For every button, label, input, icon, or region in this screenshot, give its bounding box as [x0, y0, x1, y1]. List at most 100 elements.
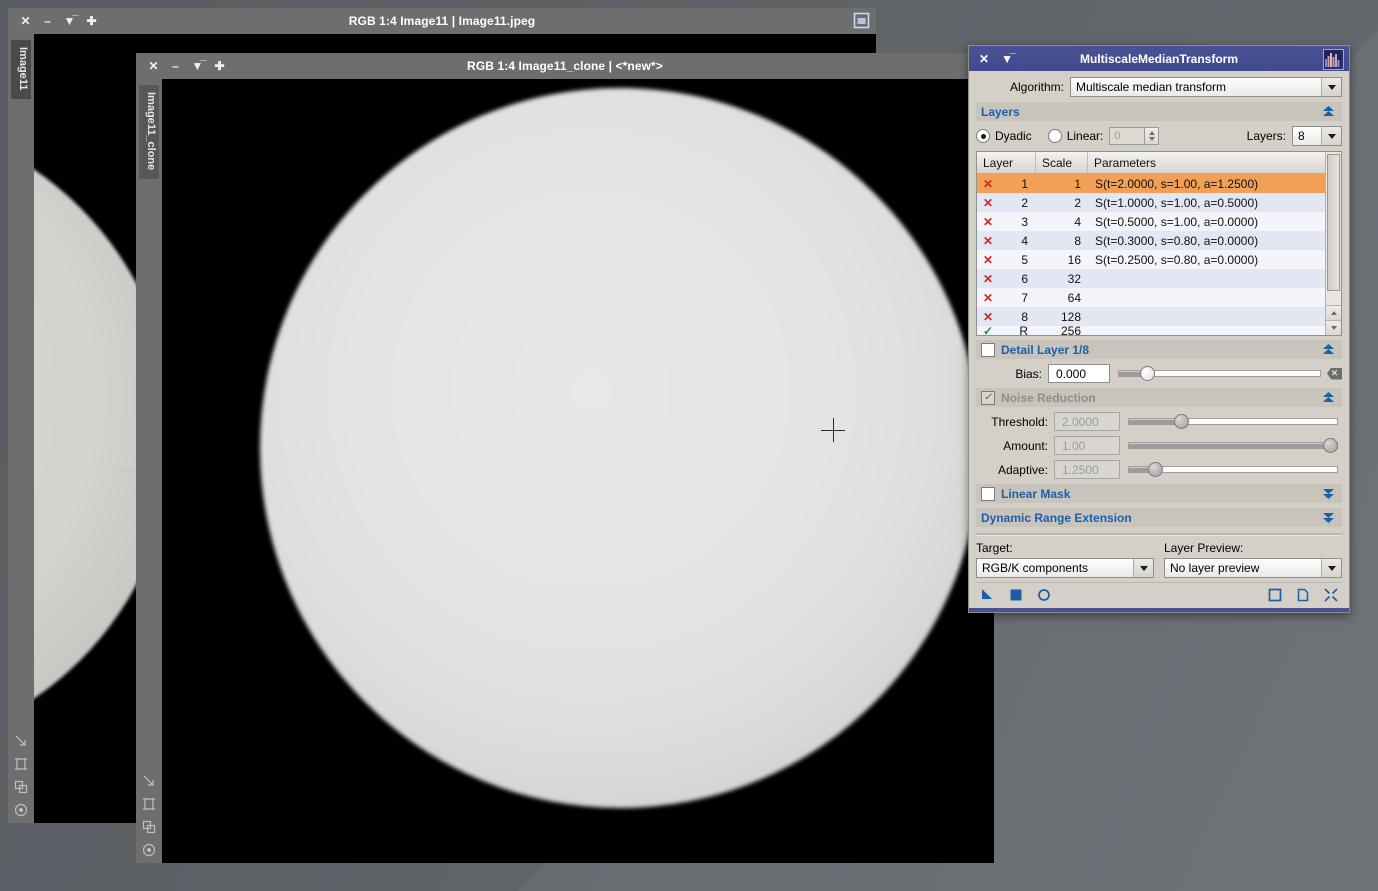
chevron-up-icon[interactable] — [1321, 104, 1336, 124]
layer-enabled-icon[interactable]: ✕ — [983, 273, 993, 285]
back-window-titlebar[interactable]: ✕ – ▼̅ ✚ RGB 1:4 Image11 | Image11.jpeg — [8, 8, 876, 34]
linear-mask-section-header[interactable]: Linear Mask — [976, 484, 1342, 503]
layer-enabled-icon[interactable]: ✕ — [983, 311, 993, 323]
amount-slider[interactable] — [1128, 437, 1338, 455]
duplicate-icon[interactable] — [142, 820, 156, 834]
table-row[interactable]: ✕ 8 128 — [977, 307, 1325, 326]
layer-enabled-icon[interactable]: ✕ — [983, 235, 993, 247]
dialog-titlebar[interactable]: ✕ ▼̅ MultiscaleMedianTransform — [969, 46, 1349, 71]
detail-layer-section-header[interactable]: Detail Layer 1/8 — [976, 340, 1342, 359]
table-row[interactable]: ✕ 7 64 — [977, 288, 1325, 307]
amount-input[interactable]: 1.00 — [1054, 436, 1120, 455]
close-icon[interactable]: ✕ — [19, 15, 32, 28]
minimize-icon[interactable]: – — [41, 15, 54, 28]
layers-table-scrollbar[interactable] — [1325, 152, 1341, 335]
rollup-icon[interactable]: ▼̅ — [63, 15, 76, 28]
window-mode-icon[interactable] — [853, 12, 870, 32]
image-window-front[interactable]: ✕ – ▼̅ ✚ RGB 1:4 Image11_clone | <*new*>… — [136, 53, 994, 863]
target-select[interactable]: RGB/K components — [976, 558, 1154, 578]
crop-icon[interactable] — [14, 757, 28, 771]
front-window-tab[interactable]: Image11_clone — [139, 85, 159, 180]
linear-mask-checkbox[interactable] — [981, 486, 995, 501]
noise-reduction-checkbox[interactable]: ✓ — [981, 390, 995, 405]
chevron-down-icon[interactable] — [1321, 510, 1336, 530]
linear-radio[interactable] — [1047, 129, 1062, 143]
adaptive-row: Adaptive: 1.2500 — [976, 460, 1342, 479]
back-window-title: RGB 1:4 Image11 | Image11.jpeg — [348, 14, 536, 28]
algorithm-select[interactable]: Multiscale median transform — [1070, 77, 1342, 97]
noise-reduction-section-header[interactable]: ✓ Noise Reduction — [976, 388, 1342, 407]
linear-stepper[interactable] — [1145, 127, 1160, 145]
chevron-down-icon[interactable] — [1321, 78, 1341, 96]
layer-enabled-icon[interactable]: ✓ — [983, 325, 993, 337]
chevron-up-icon[interactable] — [1321, 342, 1336, 362]
clear-icon[interactable]: ✕ — [1327, 367, 1342, 380]
maximize-icon[interactable]: ✚ — [213, 60, 226, 73]
crop-icon[interactable] — [142, 797, 156, 811]
layers-table-body: ✕ 1 1 S(t=2.0000, s=1.00, a=1.2500) ✕ 2 2 S(t=1… — [977, 174, 1325, 338]
threshold-input[interactable]: 2.0000 — [1054, 412, 1120, 431]
front-window-titlebar[interactable]: ✕ – ▼̅ ✚ RGB 1:4 Image11_clone | <*new*> — [136, 53, 994, 79]
close-icon[interactable]: ✕ — [147, 60, 160, 73]
layer-enabled-icon[interactable]: ✕ — [983, 178, 993, 190]
maximize-icon[interactable]: ✚ — [85, 15, 98, 28]
detail-layer-checkbox[interactable] — [981, 342, 995, 357]
reset-icon[interactable] — [1323, 587, 1338, 602]
target-icon[interactable] — [142, 843, 156, 857]
apply-global-icon[interactable] — [1008, 587, 1023, 602]
multiscale-median-transform-dialog[interactable]: ✕ ▼̅ MultiscaleMedianTransform Algorithm… — [968, 45, 1350, 613]
table-row[interactable]: ✕ 3 4 S(t=0.5000, s=1.00, a=0.0000) — [977, 212, 1325, 231]
table-row[interactable]: ✓ R 256 — [977, 324, 1325, 338]
layers-section-header[interactable]: Layers — [976, 102, 1342, 121]
layer-enabled-icon[interactable]: ✕ — [983, 216, 993, 228]
adaptive-input[interactable]: 1.2500 — [1054, 460, 1120, 479]
front-window-canvas[interactable] — [162, 79, 994, 863]
chevron-down-icon[interactable] — [1321, 559, 1341, 577]
layer-scale: 2 — [1074, 195, 1081, 210]
rollup-icon[interactable]: ▼̅ — [191, 60, 204, 73]
table-row[interactable]: ✕ 2 2 S(t=1.0000, s=1.00, a=0.5000) — [977, 193, 1325, 212]
close-icon[interactable]: ✕ — [979, 52, 989, 66]
table-row[interactable]: ✕ 1 1 S(t=2.0000, s=1.00, a=1.2500) — [977, 174, 1325, 193]
layer-index: 3 — [1021, 214, 1028, 229]
column-header-layer: Layer — [977, 152, 1036, 173]
layer-enabled-icon[interactable]: ✕ — [983, 292, 993, 304]
histogram-icon[interactable] — [1323, 49, 1344, 70]
browse-documentation-icon[interactable] — [1295, 587, 1310, 602]
threshold-slider[interactable] — [1128, 413, 1338, 431]
layers-mode-row: Dyadic Linear: 0 Layers: 8 — [976, 126, 1342, 146]
chevron-down-icon[interactable] — [1321, 486, 1336, 506]
chevron-down-icon[interactable] — [1321, 127, 1341, 145]
layer-preview-select[interactable]: No layer preview — [1164, 558, 1342, 578]
adaptive-slider[interactable] — [1128, 461, 1338, 479]
table-row[interactable]: ✕ 6 32 — [977, 269, 1325, 288]
divider — [976, 533, 1342, 536]
minimize-icon[interactable]: – — [169, 60, 182, 73]
apply-icon[interactable] — [980, 587, 995, 602]
layers-count-select[interactable]: 8 — [1292, 126, 1342, 146]
bias-slider[interactable] — [1118, 365, 1321, 383]
real-time-preview-icon[interactable] — [1036, 587, 1051, 602]
layer-enabled-icon[interactable]: ✕ — [983, 254, 993, 266]
table-row[interactable]: ✕ 5 16 S(t=0.2500, s=0.80, a=0.0000) — [977, 250, 1325, 269]
resize-icon[interactable] — [142, 774, 156, 788]
dynamic-range-section-header[interactable]: Dynamic Range Extension — [976, 508, 1342, 527]
target-icon[interactable] — [14, 803, 28, 817]
table-row[interactable]: ✕ 4 8 S(t=0.3000, s=0.80, a=0.0000) — [977, 231, 1325, 250]
scroll-up-icon[interactable] — [1326, 305, 1341, 320]
chevron-down-icon[interactable] — [1133, 559, 1153, 577]
rollup-icon[interactable]: ▼̅ — [1001, 52, 1013, 66]
dyadic-radio[interactable] — [976, 129, 990, 143]
layer-enabled-icon[interactable]: ✕ — [983, 197, 993, 209]
layers-table[interactable]: Layer Scale Parameters ✕ 1 1 S(t=2.0000, s=… — [976, 151, 1342, 338]
new-instance-icon[interactable] — [1267, 587, 1282, 602]
linear-input[interactable]: 0 — [1109, 127, 1146, 145]
target-value: RGB/K components — [982, 561, 1089, 575]
scrollbar-thumb[interactable] — [1327, 154, 1340, 291]
scroll-down-icon[interactable] — [1326, 320, 1341, 335]
bias-input[interactable]: 0.000 — [1048, 364, 1110, 383]
duplicate-icon[interactable] — [14, 780, 28, 794]
resize-icon[interactable] — [14, 734, 28, 748]
back-window-tab[interactable]: Image11 — [11, 40, 31, 100]
chevron-up-icon[interactable] — [1321, 390, 1336, 410]
